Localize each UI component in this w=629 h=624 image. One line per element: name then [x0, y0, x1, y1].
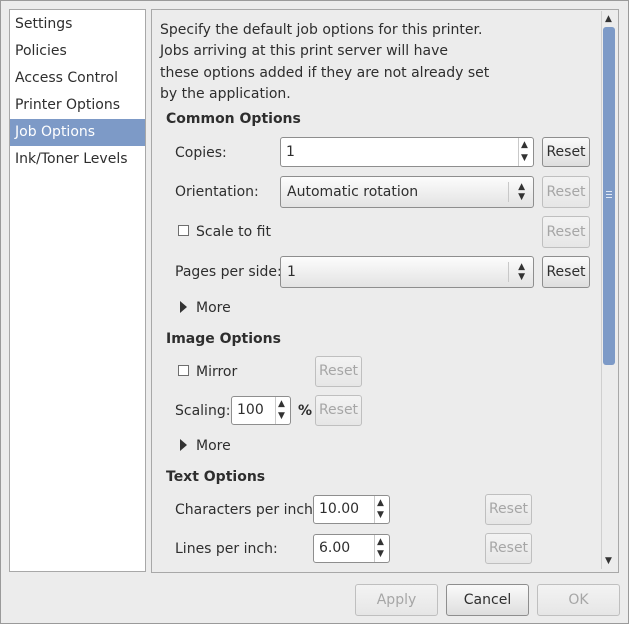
sidebar-item-job-options[interactable]: Job Options	[10, 119, 145, 146]
job-options-panel: Specify the default job options for this…	[151, 9, 619, 573]
cpi-reset-button[interactable]: Reset	[485, 494, 532, 525]
characters-per-inch-label: Characters per inch:	[175, 502, 318, 518]
orientation-combo[interactable]: Automatic rotation ▲ ▼	[280, 176, 534, 208]
cancel-button[interactable]: Cancel	[446, 584, 529, 616]
image-more-expander[interactable]: More	[196, 438, 231, 454]
scaling-spinbox[interactable]: 100 ▲ ▼	[231, 396, 291, 425]
ok-button[interactable]: OK	[537, 584, 620, 616]
cpi-stepper[interactable]: ▲ ▼	[374, 496, 389, 523]
scaling-stepper[interactable]: ▲ ▼	[275, 397, 290, 424]
scaling-unit: %	[298, 403, 313, 419]
copies-spinbox[interactable]: 1 ▲ ▼	[280, 137, 534, 167]
scaling-reset-button[interactable]: Reset	[315, 395, 362, 426]
increment-icon[interactable]: ▲	[377, 499, 384, 508]
scaling-label: Scaling:	[175, 403, 231, 419]
sidebar-item-printer-options[interactable]: Printer Options	[10, 92, 145, 119]
mirror-checkbox[interactable]	[178, 365, 189, 376]
apply-button[interactable]: Apply	[355, 584, 438, 616]
sidebar-item-ink-toner-levels[interactable]: Ink/Toner Levels	[10, 146, 145, 173]
decrement-icon[interactable]: ▼	[377, 550, 384, 559]
grip-icon	[606, 191, 612, 198]
orientation-value: Automatic rotation	[287, 184, 419, 200]
scroll-down-icon[interactable]: ▼	[601, 554, 616, 568]
scale-to-fit-label[interactable]: Scale to fit	[196, 224, 271, 240]
scale-to-fit-checkbox[interactable]	[178, 225, 189, 236]
increment-icon[interactable]: ▲	[521, 141, 528, 150]
characters-per-inch-value: 10.00	[319, 501, 360, 517]
copies-reset-button[interactable]: Reset	[542, 137, 590, 167]
mirror-reset-button[interactable]: Reset	[315, 356, 362, 387]
sidebar-item-access-control[interactable]: Access Control	[10, 65, 145, 92]
lines-per-inch-value: 6.00	[319, 540, 351, 556]
pages-per-side-combo[interactable]: 1 ▲ ▼	[280, 256, 534, 288]
sidebar-item-policies[interactable]: Policies	[10, 38, 145, 65]
scroll-up-icon[interactable]: ▲	[601, 12, 616, 26]
pages-reset-button[interactable]: Reset	[542, 256, 590, 288]
expander-arrow-icon[interactable]	[180, 439, 187, 451]
text-options-heading: Text Options	[166, 469, 266, 485]
combo-updown-icon: ▲ ▼	[518, 182, 525, 202]
expander-arrow-icon[interactable]	[180, 301, 187, 313]
pages-per-side-value: 1	[287, 264, 296, 280]
combo-separator	[508, 182, 509, 202]
combo-separator	[508, 262, 509, 282]
sidebar-list: Settings Policies Access Control Printer…	[9, 9, 146, 572]
orientation-reset-button[interactable]: Reset	[542, 176, 590, 208]
increment-icon[interactable]: ▲	[377, 538, 384, 547]
copies-value: 1	[286, 144, 295, 160]
increment-icon[interactable]: ▲	[278, 400, 285, 409]
common-options-heading: Common Options	[166, 111, 301, 127]
scaling-value: 100	[237, 402, 264, 418]
lines-per-inch-label: Lines per inch:	[175, 541, 278, 557]
combo-updown-icon: ▲ ▼	[518, 262, 525, 282]
copies-label: Copies:	[175, 145, 227, 161]
common-more-expander[interactable]: More	[196, 300, 231, 316]
scale-reset-button[interactable]: Reset	[542, 216, 590, 248]
lpi-reset-button[interactable]: Reset	[485, 533, 532, 564]
sidebar-item-settings[interactable]: Settings	[10, 11, 145, 38]
decrement-icon[interactable]: ▼	[377, 511, 384, 520]
copies-stepper[interactable]: ▲ ▼	[518, 138, 533, 166]
lines-per-inch-spinbox[interactable]: 6.00 ▲ ▼	[313, 534, 390, 563]
decrement-icon[interactable]: ▼	[278, 412, 285, 421]
characters-per-inch-spinbox[interactable]: 10.00 ▲ ▼	[313, 495, 390, 524]
pages-per-side-label: Pages per side:	[175, 264, 282, 280]
description-text: Specify the default job options for this…	[160, 22, 490, 102]
orientation-label: Orientation:	[175, 184, 259, 200]
mirror-label[interactable]: Mirror	[196, 364, 237, 380]
image-options-heading: Image Options	[166, 331, 281, 347]
lpi-stepper[interactable]: ▲ ▼	[374, 535, 389, 562]
decrement-icon[interactable]: ▼	[521, 154, 528, 163]
